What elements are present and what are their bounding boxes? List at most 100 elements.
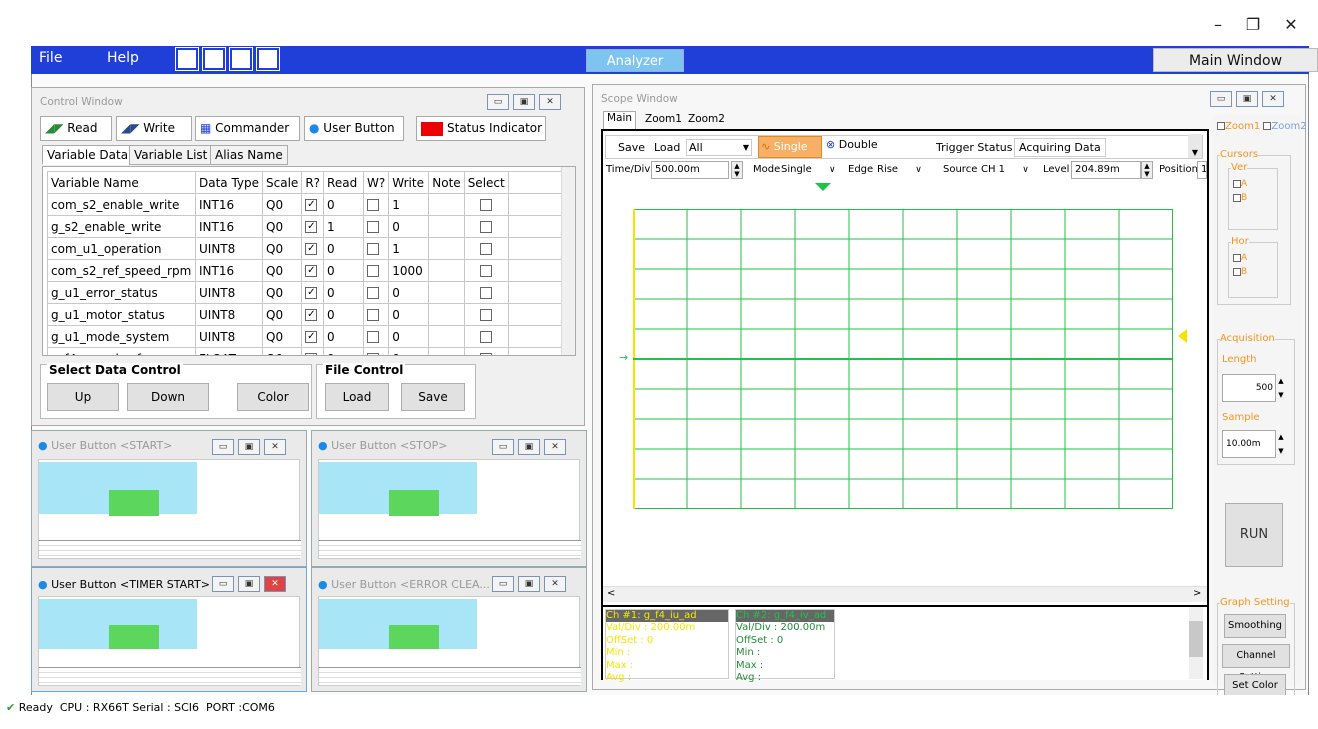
panel-restore-button[interactable]: ▣ xyxy=(518,439,540,455)
smoothing-button[interactable]: Smoothing xyxy=(1224,614,1286,638)
tab-zoom1[interactable]: Zoom1 xyxy=(642,113,685,125)
sample-input[interactable]: 10.00m xyxy=(1222,430,1276,458)
user-button-timer-start-window[interactable]: ● User Button <TIMER START> ▭ ▣ ✕ xyxy=(31,567,307,692)
minimize-button[interactable]: – xyxy=(1203,14,1233,36)
panel-close-button[interactable]: ✕ xyxy=(264,439,286,455)
panel-minimize-button[interactable]: ▭ xyxy=(1210,91,1232,107)
scope-save-button[interactable]: Save xyxy=(618,141,645,154)
help-menu[interactable]: Help xyxy=(107,50,139,66)
select-checkbox[interactable] xyxy=(480,221,493,233)
r-checkbox[interactable]: ✓ xyxy=(305,199,318,211)
layout-icon-2[interactable] xyxy=(202,47,226,71)
panel-minimize-button[interactable]: ▭ xyxy=(212,576,234,592)
panel-close-button[interactable]: ✕ xyxy=(544,439,566,455)
table-scrollbar[interactable] xyxy=(561,167,575,355)
ch1-info-box[interactable]: Ch #1: g_f4_iu_ad Val/Div : 200.00m OffS… xyxy=(605,609,729,683)
tab-main[interactable]: Main xyxy=(603,111,637,129)
scope-load-button[interactable]: Load xyxy=(654,141,680,154)
level-input[interactable]: 204.89m xyxy=(1071,161,1141,179)
w-checkbox[interactable] xyxy=(367,243,380,255)
scope-graph[interactable] xyxy=(633,209,1173,509)
level-spinner[interactable]: ▲ ▼ xyxy=(1141,161,1153,179)
w-checkbox[interactable] xyxy=(367,353,380,355)
w-checkbox[interactable] xyxy=(367,199,380,211)
save-button[interactable]: Save xyxy=(401,383,465,411)
toolbar-scroll-button[interactable]: ▼ xyxy=(1188,134,1202,158)
table-row[interactable]: com_u1_operation UINT8 Q0 ✓ 0 1 xyxy=(47,237,565,260)
r-checkbox[interactable]: ✓ xyxy=(305,331,318,343)
ver-a-checkbox[interactable] xyxy=(1233,179,1241,188)
table-row[interactable]: g_f4_speed_refFLOATQ0✓00 xyxy=(47,347,565,355)
w-checkbox[interactable] xyxy=(367,221,380,233)
info-scrollbar[interactable] xyxy=(1189,607,1203,679)
hor-a-checkbox[interactable] xyxy=(1233,253,1241,262)
table-row[interactable]: g_u1_mode_system UINT8 Q0 ✓ 0 0 xyxy=(47,325,565,348)
panel-minimize-button[interactable]: ▭ xyxy=(492,576,514,592)
r-checkbox[interactable]: ✓ xyxy=(305,265,318,277)
select-checkbox[interactable] xyxy=(480,265,493,277)
offset-arrow-icon[interactable]: → xyxy=(619,351,628,364)
table-row[interactable]: g_s2_enable_write INT16 Q0 ✓ 1 0 xyxy=(47,215,565,238)
r-checkbox[interactable]: ✓ xyxy=(305,243,318,255)
length-input[interactable]: 500 xyxy=(1222,374,1276,402)
restore-button[interactable]: ❐ xyxy=(1238,14,1268,36)
trigger-level-marker[interactable] xyxy=(1178,329,1187,343)
select-checkbox[interactable] xyxy=(480,199,493,211)
w-checkbox[interactable] xyxy=(367,287,380,299)
time-div-input[interactable]: 500.00m xyxy=(651,161,729,179)
panel-restore-button[interactable]: ▣ xyxy=(238,439,260,455)
sample-spinner[interactable]: ▲ ▼ xyxy=(1276,430,1286,458)
tab-zoom2[interactable]: Zoom2 xyxy=(685,113,728,125)
panel-restore-button[interactable]: ▣ xyxy=(1236,91,1258,107)
table-row[interactable]: com_s2_ref_speed_rpm INT16 Q0 ✓ 0 1000 xyxy=(47,259,565,282)
read-button[interactable]: ◢◤ Read xyxy=(40,116,112,141)
position-input[interactable]: 1.7 xyxy=(1197,161,1207,179)
tab-variable-list[interactable]: Variable List xyxy=(129,145,213,165)
select-checkbox[interactable] xyxy=(480,243,493,255)
edge-select[interactable]: Rise ∨ xyxy=(877,164,922,175)
w-checkbox[interactable] xyxy=(367,331,380,343)
r-checkbox[interactable]: ✓ xyxy=(305,287,318,299)
commander-button[interactable]: ▦ Commander xyxy=(195,116,300,141)
r-checkbox[interactable]: ✓ xyxy=(305,353,318,355)
time-div-spinner[interactable]: ▲ ▼ xyxy=(731,161,743,179)
panel-minimize-button[interactable]: ▭ xyxy=(487,94,509,110)
scroll-left-icon[interactable]: < xyxy=(607,588,615,599)
table-row[interactable]: com_s2_enable_write INT16 Q0 ✓ 0 1 xyxy=(47,193,565,216)
status-indicator-button[interactable]: Status Indicator xyxy=(416,116,546,141)
w-checkbox[interactable] xyxy=(367,309,380,321)
graph-hscrollbar[interactable]: < > xyxy=(603,586,1207,602)
file-menu[interactable]: File xyxy=(39,50,62,66)
channel-setting-button[interactable]: Channel Setting xyxy=(1222,644,1290,683)
user-button-button[interactable]: ● User Button xyxy=(304,116,404,141)
layout-icon-1[interactable] xyxy=(175,47,199,71)
single-mode-button[interactable]: ∿ Single xyxy=(758,136,822,158)
length-spinner[interactable]: ▲ ▼ xyxy=(1276,374,1286,402)
select-checkbox[interactable] xyxy=(480,309,493,321)
layout-icon-4[interactable] xyxy=(256,47,280,71)
hor-b-checkbox[interactable] xyxy=(1233,267,1241,276)
panel-close-button[interactable]: ✕ xyxy=(1262,91,1284,107)
table-row[interactable]: g_u1_error_status UINT8 Q0 ✓ 0 0 xyxy=(47,281,565,304)
double-mode-button[interactable]: ⊗ Double xyxy=(826,138,878,151)
ver-b-checkbox[interactable] xyxy=(1233,193,1241,202)
panel-restore-button[interactable]: ▣ xyxy=(513,94,535,110)
mode-select[interactable]: Single ∨ xyxy=(781,164,836,175)
r-checkbox[interactable]: ✓ xyxy=(305,221,318,233)
tab-variable-data[interactable]: Variable Data xyxy=(42,145,134,165)
panel-close-button[interactable]: ✕ xyxy=(544,576,566,592)
trigger-position-marker[interactable] xyxy=(815,183,831,191)
source-select[interactable]: CH 1 ∨ xyxy=(981,164,1029,175)
zoom1-checkbox[interactable] xyxy=(1217,122,1225,130)
main-window-button[interactable]: Main Window xyxy=(1153,48,1318,72)
w-checkbox[interactable] xyxy=(367,265,380,277)
select-checkbox[interactable] xyxy=(480,331,493,343)
color-button[interactable]: Color xyxy=(237,383,309,411)
write-button[interactable]: ◢◤ Write xyxy=(116,116,192,141)
panel-minimize-button[interactable]: ▭ xyxy=(212,439,234,455)
tab-alias-name[interactable]: Alias Name xyxy=(210,145,288,165)
r-checkbox[interactable]: ✓ xyxy=(305,309,318,321)
ch2-info-box[interactable]: Ch #2: g_f4_iv_ad Val/Div : 200.00m OffS… xyxy=(735,609,835,683)
load-button[interactable]: Load xyxy=(325,383,389,411)
down-button[interactable]: Down xyxy=(127,383,209,411)
